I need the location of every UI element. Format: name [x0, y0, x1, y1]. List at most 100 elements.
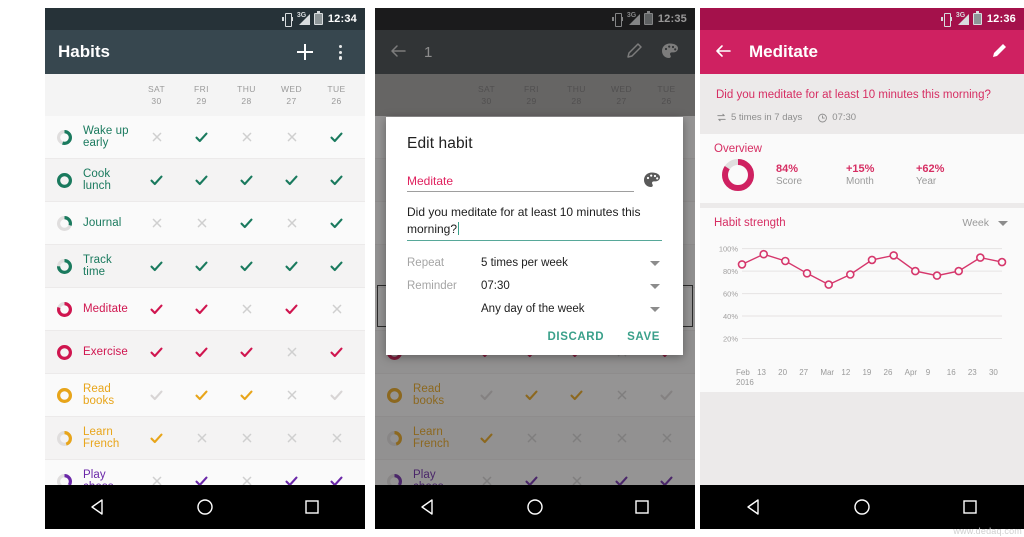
nav-home-icon[interactable] [526, 498, 544, 516]
habit-row[interactable]: Wake up early [45, 116, 365, 158]
check-icon [195, 132, 208, 142]
habit-check-missed[interactable] [134, 132, 179, 143]
habit-check-missed[interactable] [269, 433, 314, 444]
android-nav-bar [700, 485, 1024, 529]
nav-recents-icon[interactable] [303, 498, 321, 516]
habit-description-input[interactable]: Did you meditate for at least 10 minutes… [407, 204, 662, 241]
nav-recents-icon[interactable] [633, 498, 651, 516]
x-tick-label: 16 [946, 368, 956, 377]
habit-check-missed[interactable] [269, 390, 314, 401]
add-habit-button[interactable] [294, 41, 316, 63]
habit-row[interactable]: Track time [45, 245, 365, 287]
habit-ring-icon [56, 387, 73, 403]
habit-check-missed[interactable] [269, 218, 314, 229]
chevron-down-icon[interactable] [650, 283, 660, 289]
discard-button[interactable]: DISCARD [548, 331, 605, 343]
y-tick-label: 100% [719, 245, 739, 254]
habit-check-completed[interactable] [224, 175, 269, 186]
habit-check-completed[interactable] [314, 175, 359, 186]
habit-check-completed[interactable] [179, 175, 224, 186]
nav-home-icon[interactable] [196, 498, 214, 516]
habit-check-completed[interactable] [314, 218, 359, 229]
nav-back-icon[interactable] [419, 498, 437, 516]
edit-pencil-icon[interactable] [989, 41, 1011, 63]
habit-check-completed[interactable] [179, 390, 224, 401]
habit-check-missed[interactable] [134, 218, 179, 229]
check-icon [150, 433, 163, 443]
x-tick-label: 23 [967, 368, 977, 377]
cross-icon [152, 218, 161, 227]
habit-check-completed[interactable] [224, 347, 269, 358]
check-icon [240, 261, 253, 271]
habit-check-missed[interactable] [314, 304, 359, 315]
habit-name: Track time [83, 254, 112, 278]
habit-check-completed[interactable] [179, 347, 224, 358]
cross-icon [197, 433, 206, 442]
habit-check-completed[interactable] [269, 175, 314, 186]
habit-row[interactable]: Meditate [45, 288, 365, 330]
habit-check-completed[interactable] [179, 132, 224, 143]
habit-check-missed[interactable] [179, 433, 224, 444]
habit-check-completed[interactable] [134, 304, 179, 315]
habit-check-completed[interactable] [269, 261, 314, 272]
habit-check-completed[interactable] [314, 261, 359, 272]
habit-check-completed[interactable] [179, 304, 224, 315]
x-tick-label: 20 [778, 368, 788, 377]
habit-name-input[interactable]: Meditate [407, 174, 634, 192]
reminder-row[interactable]: Reminder 07:30 [407, 280, 662, 292]
chevron-down-icon[interactable] [998, 220, 1008, 226]
habit-ring-icon [56, 344, 73, 360]
habit-check-completed[interactable] [134, 175, 179, 186]
repeat-row[interactable]: Repeat 5 times per week [407, 257, 662, 269]
habit-check-missed[interactable] [179, 218, 224, 229]
habit-check-completed[interactable] [269, 304, 314, 315]
habit-check-completed[interactable] [134, 433, 179, 444]
vibrate-icon [940, 13, 952, 27]
back-arrow-icon[interactable] [713, 41, 735, 63]
habit-check-completed[interactable] [134, 347, 179, 358]
habit-check-completed[interactable] [179, 261, 224, 272]
habit-check-completed[interactable] [314, 347, 359, 358]
reminder-days-row[interactable]: Any day of the week [407, 303, 662, 315]
app-bar: Habits [45, 30, 365, 74]
habit-check-completed[interactable] [224, 261, 269, 272]
habit-name: Journal [83, 217, 122, 229]
period-selector-value[interactable]: Week [962, 217, 989, 229]
habit-check-missed[interactable] [269, 347, 314, 358]
nav-back-icon[interactable] [745, 498, 763, 516]
habit-check-missed[interactable] [224, 304, 269, 315]
habit-ring-icon [56, 129, 73, 145]
signal-icon: 3G [297, 12, 310, 25]
habit-row[interactable]: Exercise [45, 331, 365, 373]
habit-check-missed[interactable] [314, 433, 359, 444]
habit-check-completed[interactable] [314, 132, 359, 143]
battery-icon [972, 11, 982, 25]
habit-check-completed[interactable] [134, 261, 179, 272]
habit-check-missed[interactable] [224, 433, 269, 444]
reminder-days-value: Any day of the week [481, 303, 585, 315]
habit-row[interactable]: Read books [45, 374, 365, 416]
habit-check-faded[interactable] [314, 390, 359, 401]
chevron-down-icon[interactable] [650, 306, 660, 312]
color-palette-button[interactable] [642, 170, 662, 190]
habit-check-completed[interactable] [224, 218, 269, 229]
habit-row[interactable]: Journal [45, 202, 365, 244]
nav-recents-icon[interactable] [961, 498, 979, 516]
chevron-down-icon[interactable] [650, 260, 660, 266]
habit-question: Did you meditate for at least 10 minutes… [716, 89, 991, 101]
habit-check-missed[interactable] [269, 132, 314, 143]
status-bar: 3G 12:36 [700, 8, 1024, 30]
reminder-item: 07:30 [817, 112, 856, 123]
save-button[interactable]: SAVE [627, 331, 660, 343]
habit-meta: 5 times in 7 days 07:30 [716, 112, 1008, 123]
habit-row[interactable]: Learn French [45, 417, 365, 459]
day-dow: SAT [147, 84, 166, 94]
overflow-menu-button[interactable] [330, 41, 352, 63]
habit-check-faded[interactable] [134, 390, 179, 401]
nav-back-icon[interactable] [89, 498, 107, 516]
habit-check-missed[interactable] [224, 132, 269, 143]
habit-check-completed[interactable] [224, 390, 269, 401]
day-column-thu: THU 28 [224, 83, 269, 107]
habit-row[interactable]: Cook lunch [45, 159, 365, 201]
nav-home-icon[interactable] [853, 498, 871, 516]
